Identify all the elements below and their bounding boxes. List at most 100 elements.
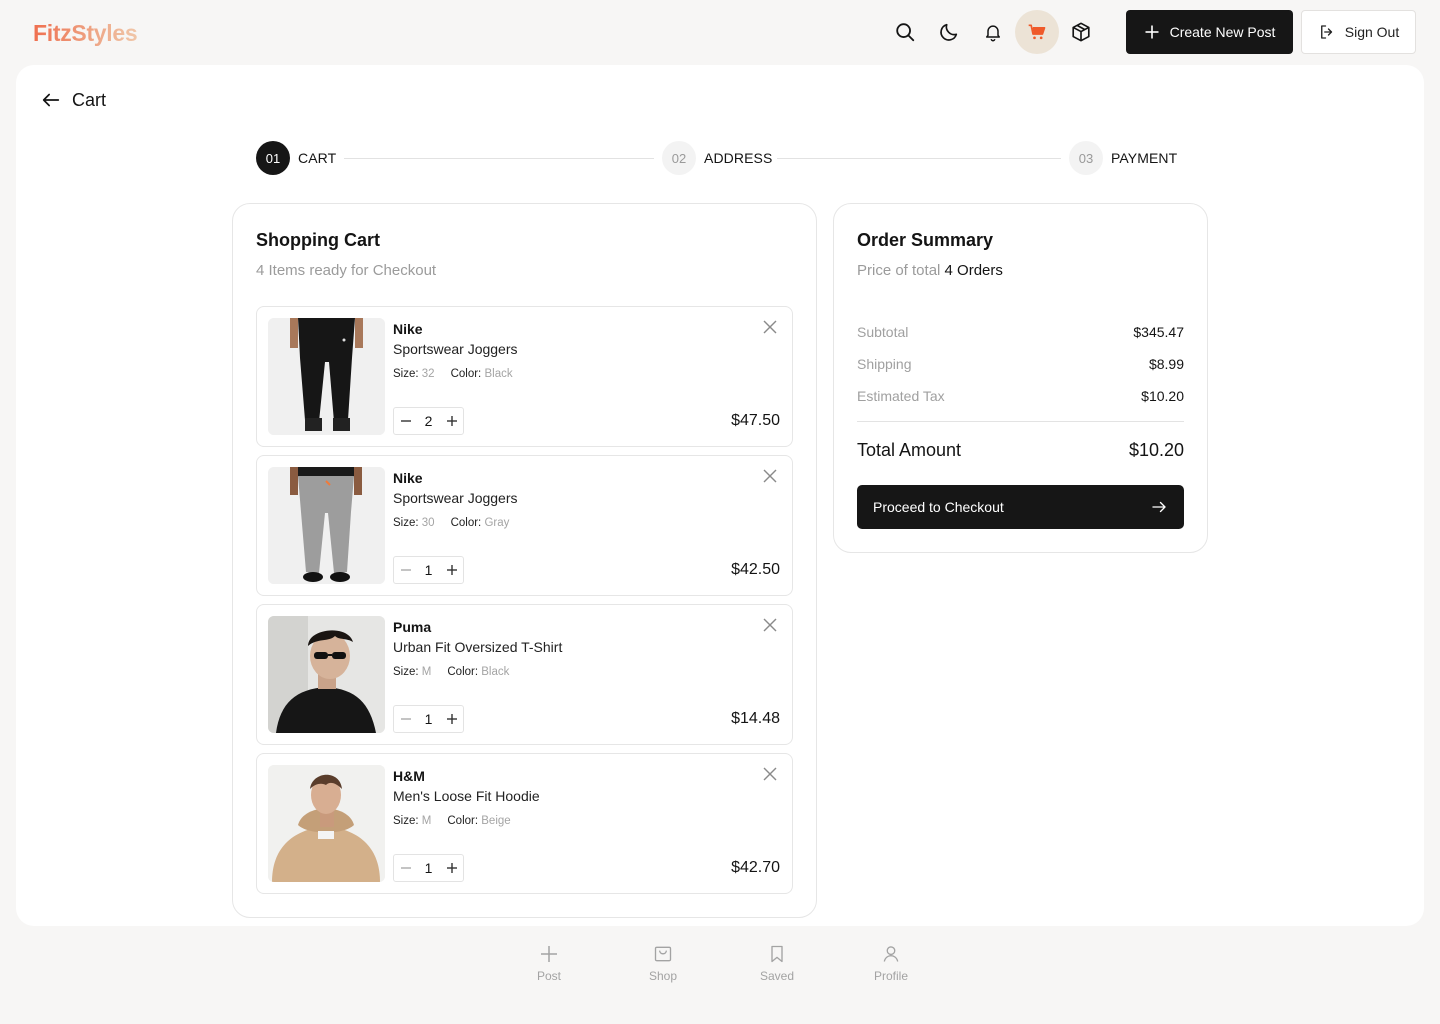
- item-meta: Size: M Color: Beige: [393, 815, 511, 827]
- remove-item-icon[interactable]: [762, 319, 778, 335]
- summary-label: Estimated Tax: [857, 388, 945, 404]
- summary-title: Order Summary: [857, 230, 994, 250]
- minus-icon[interactable]: [394, 855, 417, 881]
- item-price: $14.48: [731, 710, 780, 727]
- item-price: $42.50: [731, 561, 780, 578]
- bottom-nav-shop[interactable]: Shop: [606, 944, 720, 1004]
- item-name: Men's Loose Fit Hoodie: [393, 788, 540, 804]
- bottom-nav-profile[interactable]: Profile: [834, 944, 948, 1004]
- item-meta: Size: 32 Color: Black: [393, 368, 513, 380]
- total-row: Total Amount $10.20: [857, 440, 1184, 461]
- item-meta: Size: 30 Color: Gray: [393, 517, 509, 529]
- summary-value: $10.20: [1141, 388, 1184, 404]
- plus-icon[interactable]: [440, 855, 463, 881]
- color-key: Color:: [450, 368, 482, 380]
- cart-title: Shopping Cart: [256, 230, 380, 250]
- size-value: 32: [421, 368, 435, 380]
- item-name: Sportswear Joggers: [393, 341, 518, 357]
- product-image[interactable]: [268, 318, 385, 435]
- summary-subtitle: Price of total 4 Orders: [857, 262, 1003, 279]
- color-value: Black: [484, 368, 513, 380]
- checkout-stepper: 01 CART 02 ADDRESS 03 PAYMENT: [256, 141, 1177, 175]
- size-value: M: [421, 666, 432, 678]
- summary-subtitle-prefix: Price of total: [857, 262, 941, 279]
- back-link[interactable]: Cart: [40, 89, 106, 111]
- product-image[interactable]: [268, 765, 385, 882]
- quantity-stepper: 1: [393, 705, 464, 733]
- summary-row-subtotal: Subtotal $345.47: [857, 324, 1184, 340]
- sign-out-button[interactable]: Sign Out: [1301, 10, 1416, 54]
- summary-value: $345.47: [1133, 324, 1184, 340]
- step-payment[interactable]: 03 PAYMENT: [1069, 141, 1177, 175]
- page-title: Cart: [72, 89, 107, 110]
- item-name: Sportswear Joggers: [393, 490, 518, 506]
- plus-icon[interactable]: [440, 706, 463, 732]
- plus-icon[interactable]: [440, 557, 463, 583]
- item-price: $47.50: [731, 412, 780, 429]
- main-content: Cart 01 CART 02 ADDRESS 03 PAYMENT Shopp…: [16, 65, 1424, 926]
- size-key: Size:: [393, 368, 419, 380]
- remove-item-icon[interactable]: [762, 468, 778, 484]
- shopping-cart-panel: Shopping Cart 4 Items ready for Checkout…: [232, 203, 817, 918]
- search-icon[interactable]: [883, 10, 927, 54]
- step-address[interactable]: 02 ADDRESS: [662, 141, 772, 175]
- quantity-value[interactable]: 1: [417, 860, 440, 876]
- quantity-value[interactable]: 1: [417, 711, 440, 727]
- bottom-nav-label: Shop: [648, 969, 678, 983]
- summary-row-shipping: Shipping $8.99: [857, 356, 1184, 372]
- item-name: Urban Fit Oversized T-Shirt: [393, 639, 563, 655]
- color-value: Gray: [484, 517, 510, 529]
- moon-icon[interactable]: [927, 10, 971, 54]
- shop-icon: [654, 946, 672, 962]
- quantity-value[interactable]: 1: [417, 562, 440, 578]
- proceed-to-checkout-button[interactable]: Proceed to Checkout: [857, 485, 1184, 529]
- minus-icon[interactable]: [394, 706, 417, 732]
- cart-icon[interactable]: [1015, 10, 1059, 54]
- summary-value: $8.99: [1148, 356, 1184, 372]
- item-price: $42.70: [731, 859, 780, 876]
- color-key: Color:: [447, 666, 479, 678]
- product-image[interactable]: [268, 467, 385, 584]
- step-cart[interactable]: 01 CART: [256, 141, 336, 175]
- bell-icon[interactable]: [971, 10, 1015, 54]
- plus-icon[interactable]: [440, 408, 463, 434]
- sign-out-label: Sign Out: [1344, 24, 1400, 40]
- quantity-value[interactable]: 2: [417, 413, 440, 429]
- bottom-nav-label: Profile: [873, 969, 908, 983]
- color-key: Color:: [447, 815, 479, 827]
- quantity-stepper: 1: [393, 556, 464, 584]
- create-post-button[interactable]: Create New Post: [1126, 10, 1293, 54]
- user-icon: [883, 946, 899, 962]
- color-key: Color:: [450, 517, 482, 529]
- size-key: Size:: [393, 666, 419, 678]
- quantity-stepper: 1: [393, 854, 464, 882]
- size-value: M: [421, 815, 432, 827]
- summary-order-count: 4 Orders: [944, 262, 1003, 279]
- product-image[interactable]: [268, 616, 385, 733]
- logo[interactable]: FitzStyles: [33, 20, 138, 47]
- item-brand: Nike: [393, 321, 423, 337]
- remove-item-icon[interactable]: [762, 617, 778, 633]
- bottom-nav-post[interactable]: Post: [492, 944, 606, 1004]
- arrow-left-icon: [42, 93, 60, 107]
- step-divider: [344, 158, 654, 159]
- checkout-label: Proceed to Checkout: [873, 499, 1004, 515]
- cart-item: H&M Men's Loose Fit Hoodie Size: M Color…: [256, 753, 793, 894]
- step-label: CART: [298, 150, 337, 166]
- color-value: Black: [481, 666, 510, 678]
- color-value: Beige: [481, 815, 511, 827]
- step-number: 03: [1069, 141, 1103, 175]
- summary-label: Subtotal: [857, 324, 909, 340]
- step-divider: [777, 158, 1061, 159]
- bottom-nav: Post Shop Saved Profile: [492, 944, 948, 1004]
- bottom-nav-saved[interactable]: Saved: [720, 944, 834, 1004]
- bottom-nav-label: Post: [536, 969, 561, 983]
- cart-item: Puma Urban Fit Oversized T-Shirt Size: M…: [256, 604, 793, 745]
- top-bar: FitzStyles Create New Post Sign Out: [0, 0, 1440, 64]
- cart-item: Nike Sportswear Joggers Size: 30 Color: …: [256, 455, 793, 596]
- box-icon[interactable]: [1059, 10, 1103, 54]
- remove-item-icon[interactable]: [762, 766, 778, 782]
- minus-icon[interactable]: [394, 408, 417, 434]
- header-icons: [883, 10, 1103, 54]
- minus-icon[interactable]: [394, 557, 417, 583]
